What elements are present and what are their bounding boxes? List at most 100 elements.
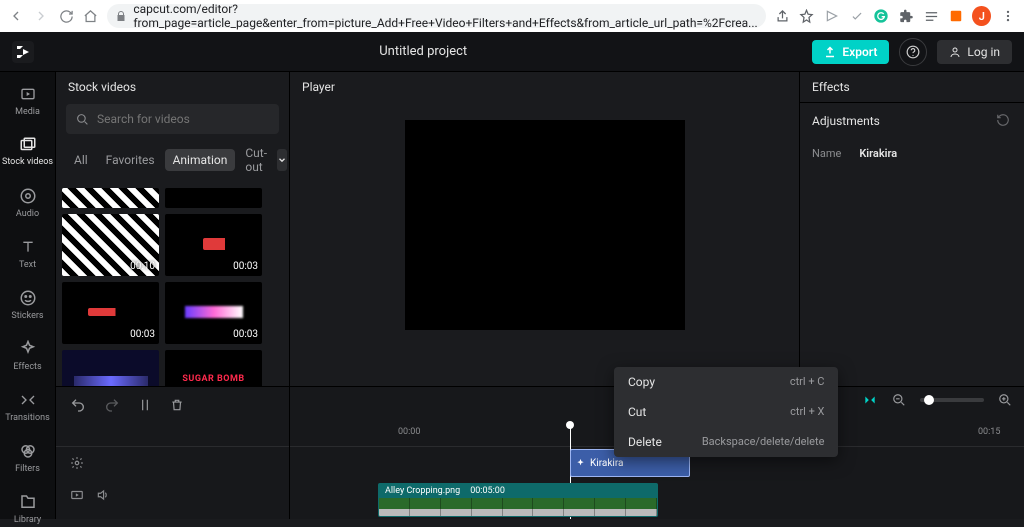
ext-caret-icon[interactable] [823,7,840,25]
video-track[interactable]: Alley Cropping.png 00:05:00 [290,483,1024,513]
tab-cutout[interactable]: Cut-out [237,142,275,178]
nav-forward-icon[interactable] [33,7,50,25]
stock-thumb[interactable]: 00:03 [165,282,262,344]
transitions-icon [17,390,39,410]
ext-square-icon[interactable] [948,7,965,25]
login-label: Log in [967,45,1000,59]
export-button[interactable]: Export [812,40,889,64]
nav-transitions[interactable]: Transitions [0,388,55,425]
effects-icon [17,339,39,359]
tab-favorites[interactable]: Favorites [98,149,163,171]
nav-text[interactable]: Text [0,235,55,272]
tab-all[interactable]: All [66,149,96,171]
stock-tabs: All Favorites Animation Cut-out [56,142,289,184]
export-label: Export [842,45,877,59]
extensions-icon[interactable] [898,7,915,25]
nav-stickers-label: Stickers [11,311,43,321]
tab-animation[interactable]: Animation [165,149,236,171]
zoom-in-icon[interactable] [998,393,1012,407]
ctx-cut-hint: ctrl + X [790,405,824,419]
context-menu: Copyctrl + C Cut ctrl + X DeleteBackspace… [614,367,838,457]
player-canvas[interactable] [405,120,685,330]
video-clip-name: Alley Cropping.png [385,486,460,496]
ctx-copy-label: Copy [628,375,655,389]
ruler-mark: 00:00 [398,427,420,437]
effects-title: Effects [800,72,1024,103]
video-track-icon[interactable] [70,488,84,502]
ctx-copy[interactable]: Copyctrl + C [614,367,838,397]
timeline-tools [56,387,289,423]
thumb-duration: 00:03 [130,329,155,340]
star-icon[interactable] [799,7,816,25]
login-button[interactable]: Log in [937,40,1012,64]
undo-button[interactable] [70,397,86,413]
fx-clip-icon [575,458,586,469]
stickers-icon [17,288,39,308]
nav-audio[interactable]: Audio [0,184,55,221]
stock-pane-title: Stock videos [56,72,289,102]
nav-filters[interactable]: Filters [0,439,55,476]
home-icon[interactable] [83,7,100,25]
ctx-delete[interactable]: DeleteBackspace/delete/delete [614,427,838,457]
app-topbar: Untitled project Export Log in [0,32,1024,72]
login-user-icon [949,46,961,58]
nav-text-label: Text [19,260,36,270]
stock-thumb[interactable]: 00:03 [165,214,262,276]
zoom-out-icon[interactable] [892,393,906,407]
share-icon[interactable] [774,7,791,25]
fit-timeline-icon[interactable] [862,393,878,407]
stock-thumb[interactable] [165,188,262,208]
mute-icon[interactable] [96,488,110,502]
help-icon [906,45,920,59]
stock-thumb[interactable]: 00:10 [62,214,159,276]
nav-media[interactable]: Media [0,82,55,119]
ctx-cut-label: Cut [628,405,646,419]
redo-button[interactable] [104,397,120,413]
stock-search[interactable] [66,104,279,134]
video-clip[interactable]: Alley Cropping.png 00:05:00 [378,483,658,517]
stock-search-input[interactable] [97,112,269,126]
audio-icon [17,186,39,206]
nav-library[interactable]: Library [0,490,55,527]
capcut-logo[interactable] [12,41,34,63]
project-title[interactable]: Untitled project [44,44,802,59]
reading-list-icon[interactable] [923,7,940,25]
kebab-icon[interactable] [999,7,1016,25]
video-clip-header: Alley Cropping.png 00:05:00 [379,484,657,498]
revert-icon[interactable] [996,113,1012,129]
nav-stock-videos[interactable]: Stock videos [0,133,55,170]
stock-thumb[interactable] [62,188,159,208]
thumb-duration: 00:10 [130,261,155,272]
profile-avatar[interactable]: J [972,6,991,26]
thumb-duration: 00:03 [233,329,258,340]
nav-media-label: Media [15,107,40,117]
track-labels [56,447,289,511]
ext-check-icon[interactable] [848,7,865,25]
address-bar[interactable]: capcut.com/editor?from_page=article_page… [107,4,765,28]
stock-thumb[interactable]: 00:03 [62,282,159,344]
split-button[interactable] [138,397,152,413]
video-clip-frames [379,498,657,516]
ruler-mark: 00:15 [978,427,1000,437]
ext-grammarly-icon[interactable] [873,7,890,25]
nav-transitions-label: Transitions [5,413,50,423]
nav-stickers[interactable]: Stickers [0,286,55,323]
timeline: 00:0 00:00 00:15 Kirakira Alley Cropping… [56,386,1024,519]
filters-icon [17,441,39,461]
delete-button[interactable] [170,397,184,413]
nav-back-icon[interactable] [8,7,25,25]
reload-icon[interactable] [58,7,75,25]
nav-stock-label: Stock videos [2,158,53,168]
player-title: Player [290,72,799,102]
library-icon [17,492,39,512]
tabs-more[interactable] [277,149,287,171]
timeline-main[interactable]: 00:0 00:00 00:15 Kirakira Alley Cropping… [290,387,1024,519]
ctx-cut[interactable]: Cut ctrl + X [614,397,838,427]
fx-gear-icon[interactable] [70,456,84,470]
help-button[interactable] [899,38,927,66]
nav-effects[interactable]: Effects [0,337,55,374]
nav-audio-label: Audio [16,209,39,219]
video-track-label [56,479,289,511]
stock-icon [17,135,39,155]
zoom-slider[interactable] [920,398,984,402]
